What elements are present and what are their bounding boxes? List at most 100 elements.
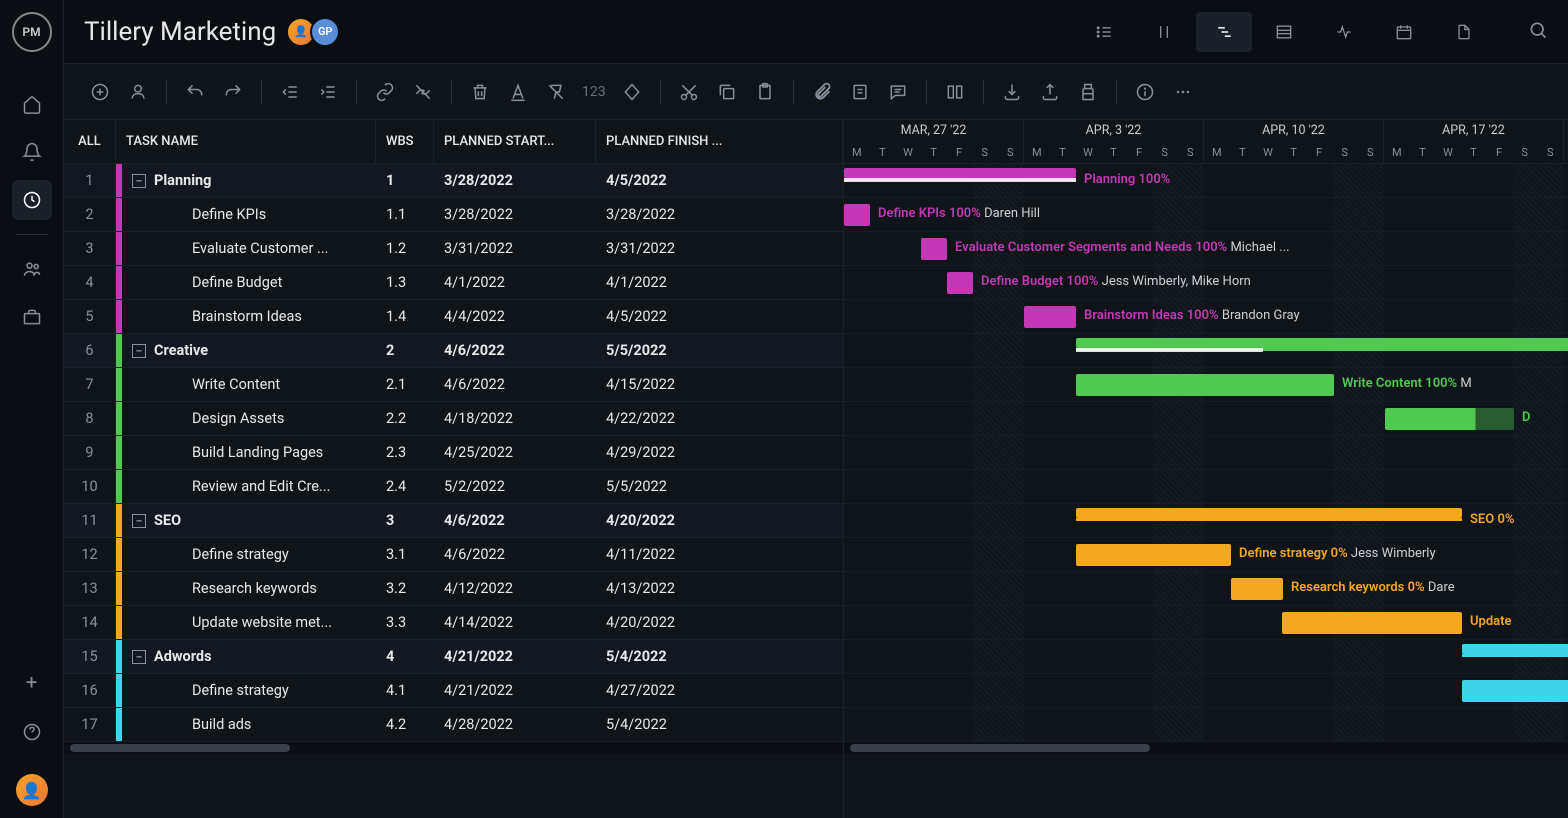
gantt-bar[interactable]: [1231, 578, 1283, 600]
delete-button[interactable]: [464, 76, 496, 108]
undo-button[interactable]: [179, 76, 211, 108]
gantt-row[interactable]: Brainstorm Ideas 100% Brandon Gray: [844, 300, 1568, 334]
task-row[interactable]: 12 Define strategy 3.1 4/6/2022 4/11/202…: [64, 538, 843, 572]
col-wbs[interactable]: WBS: [376, 120, 434, 163]
task-row[interactable]: 14 Update website met... 3.3 4/14/2022 4…: [64, 606, 843, 640]
col-planned-start[interactable]: PLANNED START...: [434, 120, 596, 163]
task-row[interactable]: 1 − Planning 1 3/28/2022 4/5/2022: [64, 164, 843, 198]
task-name-cell[interactable]: Build Landing Pages: [122, 436, 376, 469]
gantt-row[interactable]: [844, 708, 1568, 742]
gantt-bar[interactable]: [1076, 338, 1568, 348]
list-view-tab[interactable]: [1076, 12, 1132, 52]
task-name-cell[interactable]: Define strategy: [122, 674, 376, 707]
task-row[interactable]: 10 Review and Edit Cre... 2.4 5/2/2022 5…: [64, 470, 843, 504]
task-name-cell[interactable]: − Adwords: [122, 640, 376, 673]
task-row[interactable]: 11 − SEO 3 4/6/2022 4/20/2022: [64, 504, 843, 538]
gantt-row[interactable]: Planning 100%: [844, 164, 1568, 198]
paste-button[interactable]: [749, 76, 781, 108]
task-row[interactable]: 2 Define KPIs 1.1 3/28/2022 3/28/2022: [64, 198, 843, 232]
bell-icon[interactable]: [12, 132, 52, 172]
collapse-icon[interactable]: −: [132, 174, 146, 188]
attach-button[interactable]: [806, 76, 838, 108]
avatar[interactable]: GP: [310, 17, 340, 47]
task-row[interactable]: 9 Build Landing Pages 2.3 4/25/2022 4/29…: [64, 436, 843, 470]
gantt-bar[interactable]: [1462, 680, 1568, 702]
gantt-row[interactable]: Research keywords 0% Dare: [844, 572, 1568, 606]
team-icon[interactable]: [12, 249, 52, 289]
link-button[interactable]: [369, 76, 401, 108]
clear-format-button[interactable]: [540, 76, 572, 108]
task-name-cell[interactable]: − SEO: [122, 504, 376, 537]
help-icon[interactable]: [22, 722, 42, 746]
task-row[interactable]: 17 Build ads 4.2 4/28/2022 5/4/2022: [64, 708, 843, 742]
gantt-row[interactable]: [844, 436, 1568, 470]
copy-button[interactable]: [711, 76, 743, 108]
task-name-cell[interactable]: Review and Edit Cre...: [122, 470, 376, 503]
gantt-bar[interactable]: [1024, 306, 1076, 328]
task-row[interactable]: 4 Define Budget 1.3 4/1/2022 4/1/2022: [64, 266, 843, 300]
task-name-cell[interactable]: Design Assets: [122, 402, 376, 435]
gantt-row[interactable]: Update: [844, 606, 1568, 640]
info-button[interactable]: [1129, 76, 1161, 108]
gantt-bar[interactable]: [1076, 374, 1334, 396]
calendar-view-tab[interactable]: [1376, 12, 1432, 52]
user-avatar[interactable]: 👤: [16, 774, 48, 806]
print-button[interactable]: [1072, 76, 1104, 108]
gantt-bar[interactable]: [1076, 508, 1462, 518]
notes-button[interactable]: [844, 76, 876, 108]
briefcase-icon[interactable]: [12, 297, 52, 337]
gantt-row[interactable]: D: [844, 402, 1568, 436]
collapse-icon[interactable]: −: [132, 650, 146, 664]
gantt-row[interactable]: Define KPIs 100% Daren Hill: [844, 198, 1568, 232]
app-logo[interactable]: PM: [12, 12, 52, 52]
task-name-cell[interactable]: Build ads: [122, 708, 376, 741]
gantt-row[interactable]: [844, 640, 1568, 674]
gantt-bar[interactable]: [844, 204, 870, 226]
gantt-row[interactable]: [844, 334, 1568, 368]
gantt-row[interactable]: Define strategy 0% Jess Wimberly: [844, 538, 1568, 572]
assign-button[interactable]: [122, 76, 154, 108]
task-name-cell[interactable]: Update website met...: [122, 606, 376, 639]
collapse-icon[interactable]: −: [132, 344, 146, 358]
task-row[interactable]: 16 Define strategy 4.1 4/21/2022 4/27/20…: [64, 674, 843, 708]
columns-button[interactable]: [939, 76, 971, 108]
redo-button[interactable]: [217, 76, 249, 108]
add-icon[interactable]: +: [26, 670, 37, 694]
clock-icon[interactable]: [12, 180, 52, 220]
add-task-button[interactable]: [84, 76, 116, 108]
gantt-row[interactable]: Define Budget 100% Jess Wimberly, Mike H…: [844, 266, 1568, 300]
gantt-bar[interactable]: [921, 238, 947, 260]
more-button[interactable]: [1167, 76, 1199, 108]
collapse-icon[interactable]: −: [132, 514, 146, 528]
task-name-cell[interactable]: Define strategy: [122, 538, 376, 571]
task-row[interactable]: 6 − Creative 2 4/6/2022 5/5/2022: [64, 334, 843, 368]
task-row[interactable]: 8 Design Assets 2.2 4/18/2022 4/22/2022: [64, 402, 843, 436]
gantt-scrollbar[interactable]: [844, 742, 1568, 754]
task-name-cell[interactable]: Define Budget: [122, 266, 376, 299]
col-task-name[interactable]: TASK NAME: [116, 120, 376, 163]
task-row[interactable]: 3 Evaluate Customer ... 1.2 3/31/2022 3/…: [64, 232, 843, 266]
task-name-cell[interactable]: Brainstorm Ideas: [122, 300, 376, 333]
home-icon[interactable]: [12, 84, 52, 124]
task-row[interactable]: 13 Research keywords 3.2 4/12/2022 4/13/…: [64, 572, 843, 606]
task-row[interactable]: 15 − Adwords 4 4/21/2022 5/4/2022: [64, 640, 843, 674]
activity-view-tab[interactable]: [1316, 12, 1372, 52]
import-button[interactable]: [996, 76, 1028, 108]
task-row[interactable]: 7 Write Content 2.1 4/6/2022 4/15/2022: [64, 368, 843, 402]
sheet-view-tab[interactable]: [1256, 12, 1312, 52]
gantt-bar[interactable]: [844, 168, 1076, 178]
gantt-row[interactable]: Evaluate Customer Segments and Needs 100…: [844, 232, 1568, 266]
gantt-bar[interactable]: [1462, 644, 1568, 654]
gantt-bar[interactable]: [1385, 408, 1514, 430]
outdent-button[interactable]: [274, 76, 306, 108]
gantt-chart[interactable]: MAR, 27 '22MTWTFSSAPR, 3 '22MTWTFSSAPR, …: [844, 120, 1568, 818]
col-all[interactable]: ALL: [64, 120, 116, 163]
file-view-tab[interactable]: [1436, 12, 1492, 52]
task-name-cell[interactable]: − Creative: [122, 334, 376, 367]
unlink-button[interactable]: [407, 76, 439, 108]
task-name-cell[interactable]: Research keywords: [122, 572, 376, 605]
gantt-row[interactable]: Write Content 100% M: [844, 368, 1568, 402]
task-row[interactable]: 5 Brainstorm Ideas 1.4 4/4/2022 4/5/2022: [64, 300, 843, 334]
indent-button[interactable]: [312, 76, 344, 108]
font-button[interactable]: [502, 76, 534, 108]
